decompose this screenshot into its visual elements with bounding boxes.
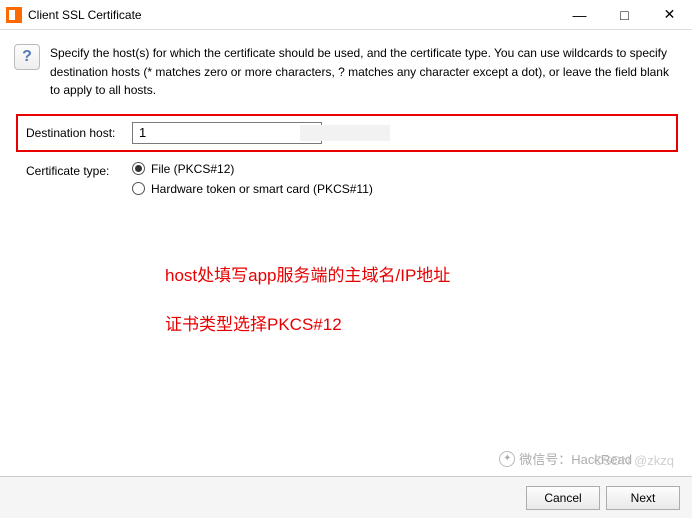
annotation-overlay: host处填写app服务端的主域名/IP地址 证书类型选择PKCS#12 xyxy=(165,262,450,360)
window-titlebar: Client SSL Certificate — □ ✕ xyxy=(0,0,692,30)
radio-icon xyxy=(132,182,145,195)
description-text: Specify the host(s) for which the certif… xyxy=(50,42,678,100)
destination-host-row: Destination host: xyxy=(16,114,678,152)
dialog-content: ? Specify the host(s) for which the cert… xyxy=(0,30,692,210)
destination-host-label: Destination host: xyxy=(26,126,126,140)
certificate-type-label: Certificate type: xyxy=(26,162,126,178)
window-control-buttons: — □ ✕ xyxy=(557,0,692,29)
annotation-line-1: host处填写app服务端的主域名/IP地址 xyxy=(165,262,450,289)
radio-file-pkcs12[interactable]: File (PKCS#12) xyxy=(132,162,373,176)
annotation-line-2: 证书类型选择PKCS#12 xyxy=(165,311,450,338)
app-icon xyxy=(6,7,22,23)
wechat-icon: ✦ xyxy=(499,451,515,467)
certificate-type-row: Certificate type: File (PKCS#12) Hardwar… xyxy=(16,160,678,198)
minimize-button[interactable]: — xyxy=(557,0,602,29)
destination-host-input[interactable] xyxy=(132,122,322,144)
cancel-button[interactable]: Cancel xyxy=(526,486,600,510)
radio-hardware-pkcs11[interactable]: Hardware token or smart card (PKCS#11) xyxy=(132,182,373,196)
csdn-watermark: CSDN @zkzq xyxy=(594,453,674,468)
close-button[interactable]: ✕ xyxy=(647,0,692,29)
radio-hardware-label: Hardware token or smart card (PKCS#11) xyxy=(151,182,373,196)
maximize-button[interactable]: □ xyxy=(602,0,647,29)
radio-icon xyxy=(132,162,145,175)
next-button[interactable]: Next xyxy=(606,486,680,510)
certificate-type-radio-group: File (PKCS#12) Hardware token or smart c… xyxy=(132,162,373,196)
radio-file-label: File (PKCS#12) xyxy=(151,162,234,176)
form-section: Destination host: Certificate type: File… xyxy=(16,114,678,198)
description-row: ? Specify the host(s) for which the cert… xyxy=(14,42,678,100)
window-title: Client SSL Certificate xyxy=(28,8,557,22)
dialog-footer: Cancel Next xyxy=(0,476,692,518)
help-icon: ? xyxy=(14,44,40,70)
